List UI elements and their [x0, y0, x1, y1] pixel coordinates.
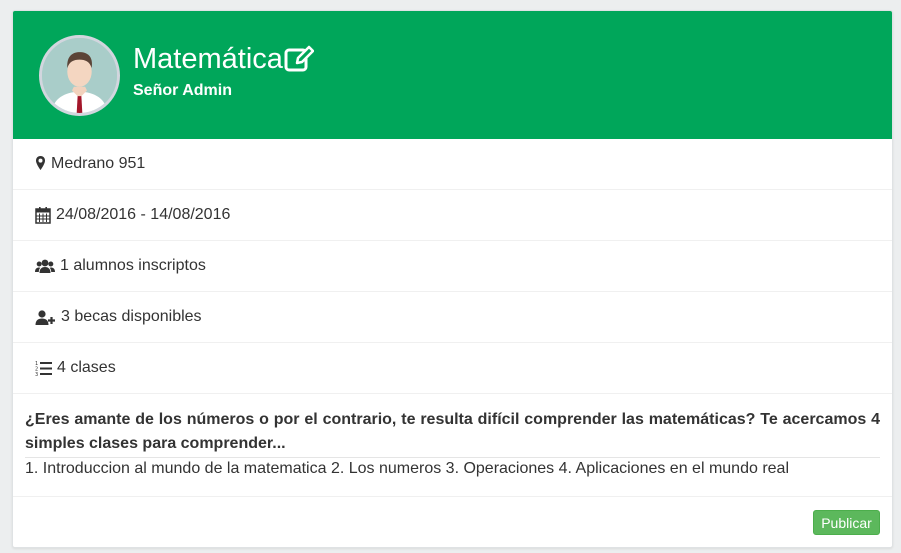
enrolled-text: 1 alumnos inscriptos — [60, 257, 206, 274]
list-ol-icon: 123 — [35, 359, 52, 377]
scholarships-text: 3 becas disponibles — [61, 308, 202, 325]
map-marker-icon — [35, 155, 46, 173]
avatar — [39, 35, 120, 116]
course-owner: Señor Admin — [133, 82, 232, 99]
edit-icon[interactable] — [284, 45, 314, 73]
description-title: ¿Eres amante de los números o por el con… — [25, 411, 880, 452]
course-card: Matemática Señor Admin Medrano 951 24/08… — [12, 10, 893, 548]
course-header: Matemática Señor Admin — [13, 11, 892, 139]
user-plus-icon — [35, 308, 56, 326]
course-description: ¿Eres amante de los números o por el con… — [13, 395, 892, 497]
calendar-icon — [35, 206, 51, 224]
location-row: Medrano 951 — [13, 139, 892, 190]
description-body: 1. Introduccion al mundo de la matematic… — [25, 460, 789, 477]
course-title: Matemática — [133, 43, 283, 75]
classes-text: 4 clases — [57, 359, 116, 376]
publish-button[interactable]: Publicar — [813, 510, 880, 535]
location-text: Medrano 951 — [51, 155, 146, 172]
classes-row: 123 4 clases — [13, 343, 892, 394]
scholarships-row: 3 becas disponibles — [13, 292, 892, 343]
svg-text:3: 3 — [35, 372, 38, 377]
users-icon — [35, 257, 55, 275]
enrolled-row: 1 alumnos inscriptos — [13, 241, 892, 292]
dates-row: 24/08/2016 - 14/08/2016 — [13, 190, 892, 241]
dates-text: 24/08/2016 - 14/08/2016 — [56, 206, 231, 223]
